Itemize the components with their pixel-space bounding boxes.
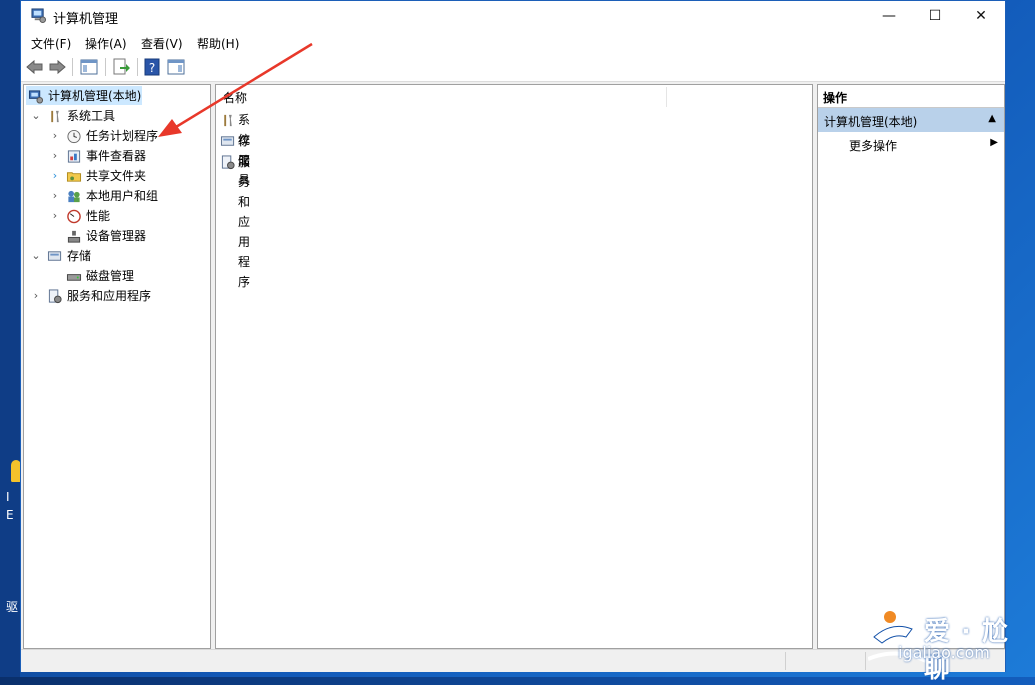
annotation-arrow: [158, 42, 313, 137]
watermark-logo: 爱 · 尬聊 igaliao.com: [868, 607, 1028, 684]
watermark-url: igaliao.com: [898, 643, 990, 662]
